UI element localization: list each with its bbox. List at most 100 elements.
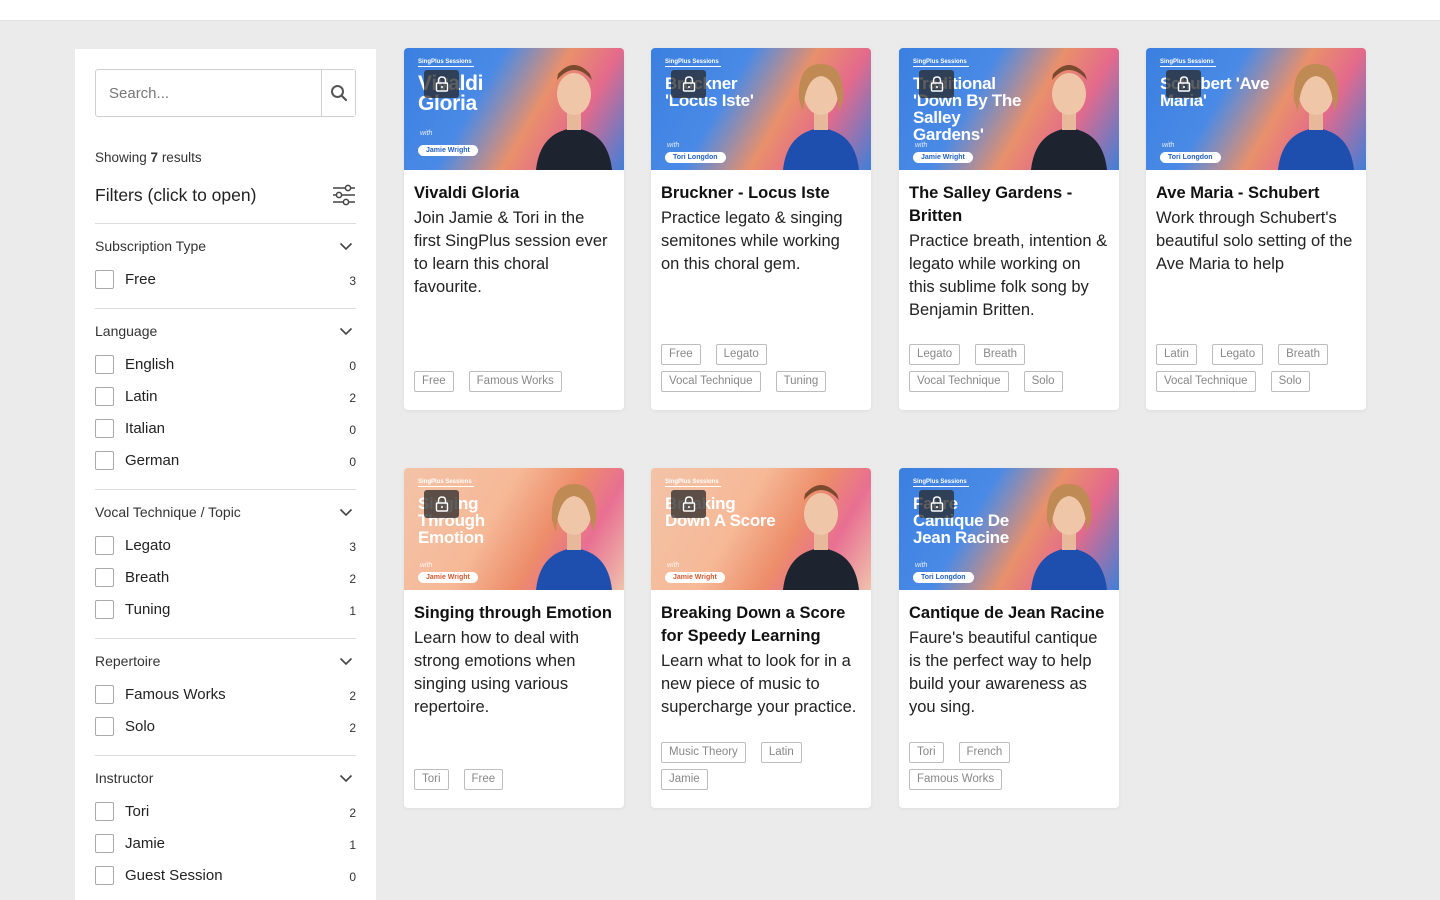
session-card[interactable]: SingPlus SessionsBruckner 'Locus Iste'wi… [651,48,871,410]
tag[interactable]: Famous Works [909,769,1003,790]
filter-option-count: 0 [349,870,356,884]
tag[interactable]: Latin [760,742,802,763]
filter-checkbox[interactable] [95,386,114,406]
filter-option[interactable]: Solo 2 [95,710,356,742]
filter-checkbox[interactable] [95,865,114,885]
thumbnail-brand: SingPlus Sessions [665,59,721,67]
tag[interactable]: Free [463,769,504,790]
filter-group-header[interactable]: Subscription Type [95,237,356,255]
filter-option[interactable]: Breath 2 [95,561,356,593]
tag[interactable]: Free [661,344,701,365]
lock-badge [424,70,459,98]
sliders-icon[interactable] [332,184,356,206]
session-title[interactable]: The Salley Gardens - Britten [899,170,1119,228]
session-thumbnail[interactable]: SingPlus SessionsBreaking Down A Scorewi… [651,468,871,590]
session-thumbnail[interactable]: SingPlus SessionsSinging Through Emotion… [404,468,624,590]
tag[interactable]: Famous Works [468,371,562,392]
session-card[interactable]: SingPlus SessionsSinging Through Emotion… [404,468,624,808]
filter-option[interactable]: Legato 3 [95,529,356,561]
chevron-down-icon[interactable] [339,654,353,668]
tag[interactable]: Jamie [661,769,708,790]
session-title[interactable]: Breaking Down a Score for Speedy Learnin… [651,590,871,648]
tag[interactable]: Vocal Technique [1156,371,1256,392]
filter-option[interactable]: Latin 2 [95,380,356,412]
filter-checkbox[interactable] [95,599,114,619]
tag[interactable]: Legato [715,344,767,365]
session-title[interactable]: Cantique de Jean Racine [899,590,1119,625]
filter-group: Vocal Technique / Topic Legato 3 Breath 2 Tun… [95,489,356,625]
session-card[interactable]: SingPlus SessionsBreaking Down A Scorewi… [651,468,871,808]
filters-header[interactable]: Filters (click to open) [95,180,356,210]
chevron-down-icon[interactable] [339,324,353,338]
tag[interactable]: Tori [414,769,449,790]
session-title[interactable]: Bruckner - Locus Iste [651,170,871,205]
tag[interactable]: Legato [1211,344,1264,365]
session-card[interactable]: SingPlus Sessions Traditional 'Down By Th… [899,48,1119,410]
instructor-photo [783,485,859,590]
filter-option[interactable]: Guest Session 0 [95,859,356,891]
filter-checkbox[interactable] [95,833,114,853]
filter-group-header[interactable]: Repertoire [95,652,356,670]
chevron-down-icon[interactable] [339,505,353,519]
session-thumbnail[interactable]: SingPlus SessionsBruckner 'Locus Iste'wi… [651,48,871,170]
instructor-pill: Tori Longdon [665,152,726,163]
filter-option[interactable]: English 0 [95,348,356,380]
session-title[interactable]: Ave Maria - Schubert [1146,170,1366,205]
filter-checkbox[interactable] [95,567,114,587]
filter-option[interactable]: German 0 [95,444,356,476]
filter-checkbox[interactable] [95,354,114,374]
session-thumbnail[interactable]: SingPlus SessionsVivaldi GloriawithJamie… [404,48,624,170]
filter-checkbox[interactable] [95,535,114,555]
filter-checkbox[interactable] [95,801,114,821]
instructor-pill: Jamie Wright [665,572,725,583]
session-card[interactable]: SingPlus SessionsFaure Cantique De Jean … [899,468,1119,808]
filter-group-header[interactable]: Vocal Technique / Topic [95,503,356,521]
filter-checkbox[interactable] [95,418,114,438]
tag[interactable]: French [958,742,1011,763]
session-thumbnail[interactable]: SingPlus Sessions Traditional 'Down By Th… [899,48,1119,170]
search-input[interactable] [96,70,321,116]
tag[interactable]: Tori [909,742,944,763]
tag-list: Free Legato Vocal Technique Tuning [661,344,863,392]
tag[interactable]: Latin [1156,344,1197,365]
filter-option-label: Jamie [125,834,166,852]
filter-group: Instructor Tori 2 Jamie 1 Guest Session 0 [95,755,356,891]
session-title[interactable]: Vivaldi Gloria [404,170,624,205]
filter-option[interactable]: Free 3 [95,263,356,295]
filter-checkbox[interactable] [95,684,114,704]
search-button[interactable] [321,70,355,116]
tag[interactable]: Vocal Technique [661,371,761,392]
filter-checkbox[interactable] [95,269,114,289]
filter-checkbox[interactable] [95,450,114,470]
filter-option-label: Italian [125,419,166,437]
chevron-down-icon[interactable] [339,771,353,785]
filter-option[interactable]: Tuning 1 [95,593,356,625]
filter-option[interactable]: Jamie 1 [95,827,356,859]
filter-checkbox[interactable] [95,716,114,736]
tag[interactable]: Music Theory [661,742,746,763]
thumbnail-with: with [420,562,433,569]
tag[interactable]: Breath [975,344,1026,365]
session-thumbnail[interactable]: SingPlus Sessions Schubert 'Ave Maria' wit… [1146,48,1366,170]
session-title[interactable]: Singing through Emotion [404,590,624,625]
session-thumbnail[interactable]: SingPlus SessionsFaure Cantique De Jean … [899,468,1119,590]
tag[interactable]: Solo [1023,371,1063,392]
filter-option[interactable]: Italian 0 [95,412,356,444]
tag[interactable]: Tuning [775,371,827,392]
tag-list: Free Famous Works [414,371,616,392]
filter-option[interactable]: Famous Works 2 [95,678,356,710]
results-prefix: Showing [95,150,151,165]
tag[interactable]: Legato [909,344,961,365]
tag[interactable]: Breath [1278,344,1329,365]
session-card[interactable]: SingPlus Sessions Schubert 'Ave Maria' wit… [1146,48,1366,410]
tag[interactable]: Free [414,371,454,392]
tag[interactable]: Solo [1270,371,1310,392]
session-card[interactable]: SingPlus Sessions Vivaldi Gloria with Jamie… [404,48,624,410]
filter-group-header[interactable]: Language [95,322,356,340]
chevron-down-icon[interactable] [339,239,353,253]
search-icon [330,85,347,102]
tag[interactable]: Vocal Technique [909,371,1009,392]
filter-option[interactable]: Tori 2 [95,795,356,827]
filter-sidebar: Showing 7 results Filters (click to open… [75,49,376,900]
filter-group-header[interactable]: Instructor [95,769,356,787]
